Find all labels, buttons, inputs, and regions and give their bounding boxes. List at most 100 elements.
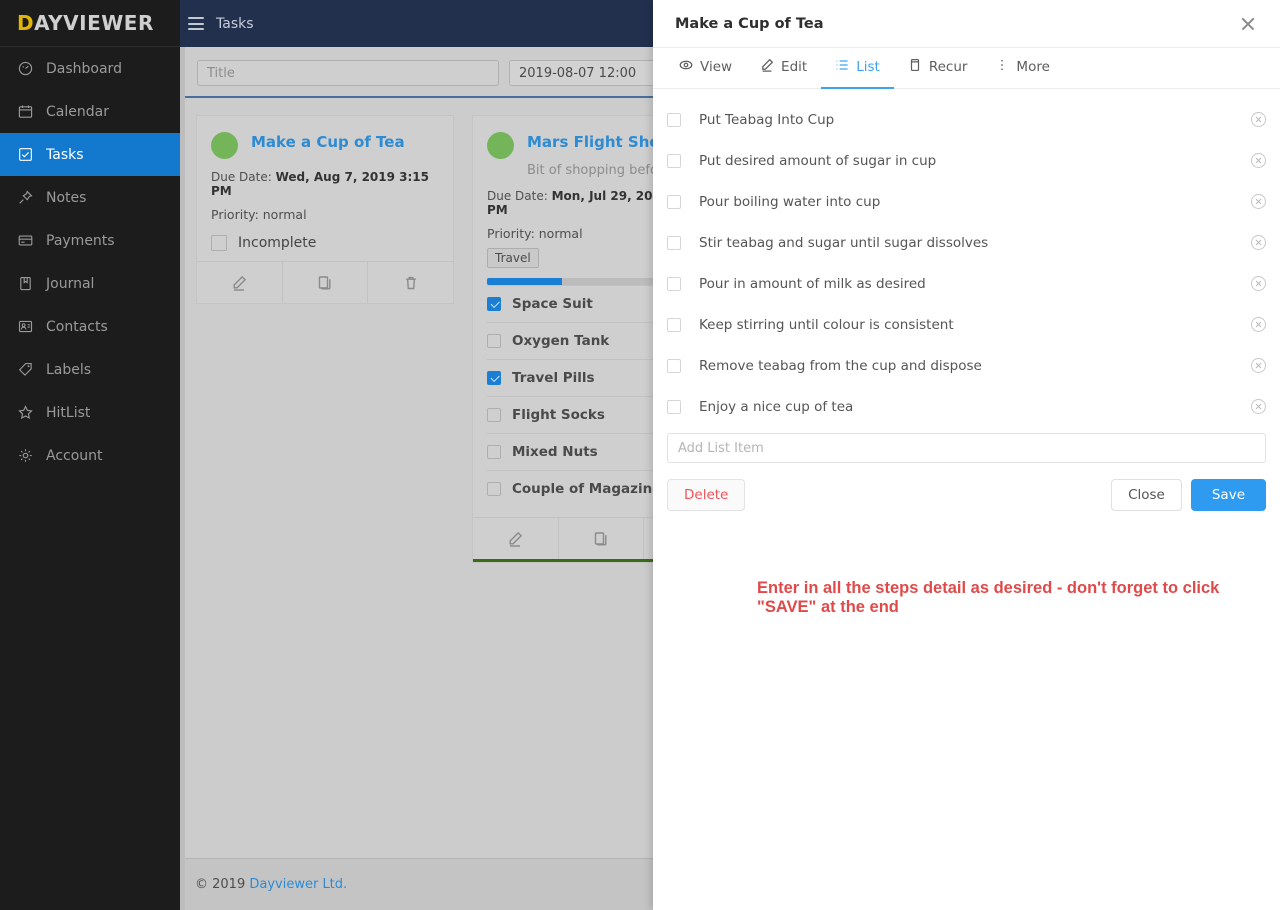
remove-icon[interactable] — [1251, 276, 1266, 291]
panel-title: Make a Cup of Tea — [675, 15, 824, 32]
tab-edit[interactable]: Edit — [746, 48, 821, 89]
title-input[interactable] — [197, 60, 499, 86]
tag-icon — [17, 362, 33, 378]
list-item[interactable]: Put desired amount of sugar in cup — [667, 140, 1266, 181]
copyright-text: © 2019 — [195, 877, 246, 892]
panel-action-bar: Delete Close Save — [653, 463, 1280, 511]
checklist-checkbox[interactable] — [487, 408, 501, 422]
task-due-date: Due Date: Wed, Aug 7, 2019 3:15 PM — [211, 170, 439, 198]
remove-icon[interactable] — [1251, 358, 1266, 373]
tab-label: Recur — [928, 59, 968, 75]
list-item-checkbox[interactable] — [667, 358, 681, 373]
sidebar-item-contacts[interactable]: Contacts — [0, 305, 180, 348]
copy-icon[interactable] — [557, 518, 644, 559]
checklist-checkbox[interactable] — [487, 371, 501, 385]
sidebar-item-labels[interactable]: Labels — [0, 348, 180, 391]
list-item-label: Pour boiling water into cup — [699, 193, 881, 210]
close-icon[interactable] — [1238, 14, 1258, 34]
list-item-checkbox[interactable] — [667, 194, 681, 209]
sidebar-item-account[interactable]: Account — [0, 434, 180, 477]
sidebar-item-payments[interactable]: Payments — [0, 219, 180, 262]
checklist-label: Flight Socks — [512, 407, 605, 423]
remove-icon[interactable] — [1251, 399, 1266, 414]
status-dot — [487, 132, 514, 159]
checklist-label: Oxygen Tank — [512, 333, 610, 349]
logo-first-letter: D — [17, 11, 35, 35]
eye-icon — [679, 58, 693, 76]
list-item[interactable]: Enjoy a nice cup of tea — [667, 386, 1266, 427]
checklist-checkbox[interactable] — [487, 482, 501, 496]
task-card-title[interactable]: Make a Cup of Tea — [251, 130, 405, 152]
remove-icon[interactable] — [1251, 112, 1266, 127]
list-item-checkbox[interactable] — [667, 399, 681, 414]
list-item-checkbox[interactable] — [667, 153, 681, 168]
task-card-actions — [197, 261, 453, 303]
checklist-label: Mixed Nuts — [512, 444, 598, 460]
list-item-checkbox[interactable] — [667, 317, 681, 332]
remove-icon[interactable] — [1251, 153, 1266, 168]
copy-icon[interactable] — [281, 262, 368, 303]
list-item-checkbox[interactable] — [667, 276, 681, 291]
task-label-badge[interactable]: Travel — [487, 248, 539, 268]
sidebar-label: Dashboard — [46, 60, 122, 77]
remove-icon[interactable] — [1251, 194, 1266, 209]
hamburger-icon[interactable] — [188, 17, 204, 30]
close-button[interactable]: Close — [1111, 479, 1182, 511]
footer-link[interactable]: Dayviewer Ltd. — [249, 877, 347, 892]
due-label: Due Date: — [211, 170, 272, 184]
list-item[interactable]: Remove teabag from the cup and dispose — [667, 345, 1266, 386]
sidebar-item-dashboard[interactable]: Dashboard — [0, 47, 180, 90]
remove-icon[interactable] — [1251, 317, 1266, 332]
list-icon — [835, 58, 849, 76]
task-card[interactable]: Make a Cup of Tea Due Date: Wed, Aug 7, … — [197, 116, 453, 303]
sidebar-label: Notes — [46, 189, 87, 206]
remove-icon[interactable] — [1251, 235, 1266, 250]
sidebar-item-calendar[interactable]: Calendar — [0, 90, 180, 133]
trash-icon[interactable] — [367, 262, 453, 303]
list-item-label: Put desired amount of sugar in cup — [699, 152, 937, 169]
tab-list[interactable]: List — [821, 48, 894, 89]
tab-label: View — [700, 59, 733, 75]
task-status-row[interactable]: Incomplete — [211, 235, 439, 251]
checklist-label: Travel Pills — [512, 370, 595, 386]
status-checkbox[interactable] — [211, 235, 227, 251]
checklist-label: Space Suit — [512, 296, 593, 312]
checklist-area: Put Teabag Into Cup Put desired amount o… — [653, 89, 1280, 463]
tab-more[interactable]: More — [981, 48, 1063, 89]
contact-card-icon — [17, 319, 33, 335]
brand-logo[interactable]: DAYVIEWER — [0, 0, 180, 47]
gear-icon — [17, 448, 33, 464]
sidebar-label: Account — [46, 447, 103, 464]
checklist-checkbox[interactable] — [487, 297, 501, 311]
edit-icon[interactable] — [473, 518, 558, 559]
progress-fill — [487, 278, 563, 285]
edit-icon[interactable] — [197, 262, 282, 303]
list-item[interactable]: Stir teabag and sugar until sugar dissol… — [667, 222, 1266, 263]
list-item[interactable]: Pour boiling water into cup — [667, 181, 1266, 222]
list-item-label: Keep stirring until colour is consistent — [699, 316, 954, 333]
sidebar: DAYVIEWER Dashboard Calendar Tasks Notes… — [0, 0, 180, 910]
task-card-header: Make a Cup of Tea — [211, 130, 439, 159]
list-item[interactable]: Pour in amount of milk as desired — [667, 263, 1266, 304]
list-item[interactable]: Keep stirring until colour is consistent — [667, 304, 1266, 345]
save-button[interactable]: Save — [1190, 479, 1266, 511]
checklist-checkbox[interactable] — [487, 334, 501, 348]
logo-text: DAYVIEWER — [17, 11, 154, 35]
sidebar-label: Journal — [46, 275, 95, 292]
sidebar-label: Contacts — [46, 318, 108, 335]
checklist-checkbox[interactable] — [487, 445, 501, 459]
list-item-checkbox[interactable] — [667, 235, 681, 250]
sidebar-item-notes[interactable]: Notes — [0, 176, 180, 219]
add-list-item-input[interactable] — [667, 433, 1266, 463]
sidebar-label: Tasks — [46, 146, 84, 163]
task-card-body: Make a Cup of Tea Due Date: Wed, Aug 7, … — [197, 116, 453, 261]
list-item-checkbox[interactable] — [667, 112, 681, 127]
sidebar-item-tasks[interactable]: Tasks — [0, 133, 180, 176]
tab-view[interactable]: View — [665, 48, 746, 89]
list-item[interactable]: Put Teabag Into Cup — [667, 99, 1266, 140]
sidebar-item-hitlist[interactable]: HitList — [0, 391, 180, 434]
sidebar-item-journal[interactable]: Journal — [0, 262, 180, 305]
tab-recur[interactable]: Recur — [894, 48, 982, 89]
pin-icon — [17, 190, 33, 206]
delete-button[interactable]: Delete — [667, 479, 746, 511]
